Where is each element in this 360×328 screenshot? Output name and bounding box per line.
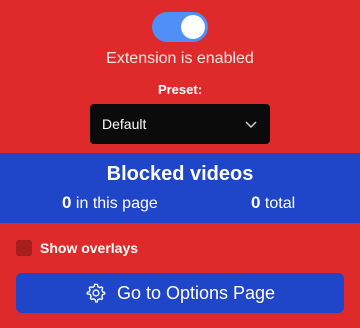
blocked-videos-panel: Blocked videos 0 in this page 0 total: [0, 153, 360, 223]
preset-selected-value: Default: [102, 116, 147, 132]
blocked-videos-title: Blocked videos: [106, 163, 254, 185]
enable-toggle[interactable]: [152, 12, 208, 42]
in-page-count: 0: [62, 193, 72, 212]
total-count: 0: [251, 193, 261, 212]
options-page-button[interactable]: Go to Options Page: [16, 273, 344, 313]
show-overlays-option[interactable]: Show overlays: [16, 240, 138, 256]
options-button-label: Go to Options Page: [116, 282, 276, 303]
total-stat: 0 total: [251, 193, 295, 213]
preset-select[interactable]: Default: [90, 104, 270, 144]
status-text: Extension is enabled: [106, 50, 254, 67]
total-label: total: [264, 195, 296, 212]
gear-icon: [86, 283, 106, 303]
show-overlays-label: Show overlays: [40, 240, 139, 256]
toggle-knob: [181, 15, 205, 39]
preset-label: Preset:: [157, 82, 203, 97]
show-overlays-checkbox[interactable]: [16, 240, 32, 256]
chevron-down-icon: [245, 121, 257, 129]
in-page-stat: 0 in this page: [62, 193, 158, 213]
in-page-label: in this page: [75, 195, 158, 212]
